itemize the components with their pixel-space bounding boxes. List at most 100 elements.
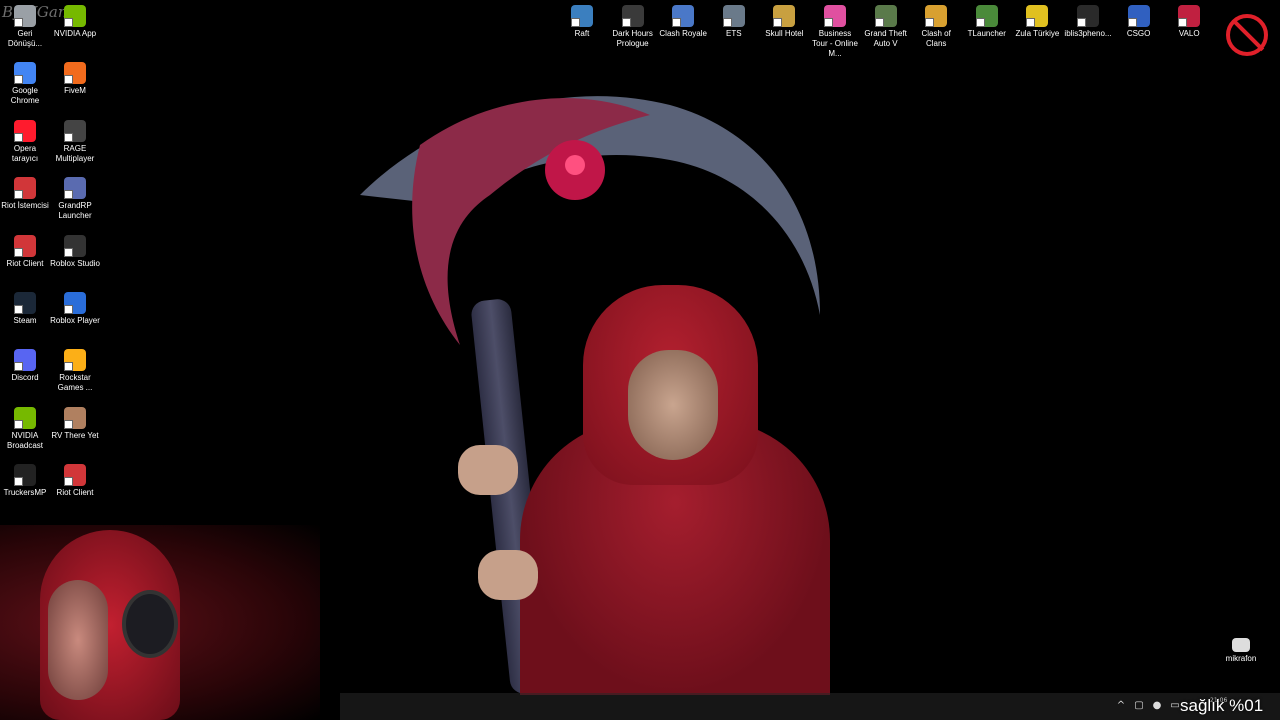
discord-icon bbox=[14, 349, 36, 372]
shortcut-arrow-icon bbox=[64, 477, 73, 487]
riot-client-2-label: Riot Client bbox=[6, 258, 44, 268]
grandrp-launcher-shortcut[interactable]: GrandRP Launcher bbox=[50, 177, 100, 221]
skull-hotel-icon bbox=[773, 5, 796, 27]
shortcut-arrow-icon bbox=[14, 190, 23, 200]
riot-client-1-icon bbox=[14, 177, 36, 200]
ets-icon bbox=[722, 5, 745, 27]
fivem-label: FiveM bbox=[64, 86, 86, 96]
google-chrome-label: Google Chrome bbox=[10, 86, 40, 106]
tray-chevron-icon[interactable]: ^ bbox=[1116, 700, 1126, 711]
rv-there-yet-shortcut[interactable]: RV There Yet bbox=[50, 406, 100, 441]
riot-client-3-label: Riot Client bbox=[56, 488, 94, 498]
nvidia-broadcast-label: NVIDIA Broadcast bbox=[6, 430, 44, 450]
fivem-icon bbox=[64, 62, 86, 85]
valo-shortcut[interactable]: VALO bbox=[1164, 5, 1214, 39]
raft-label: Raft bbox=[574, 29, 590, 38]
rage-multiplayer-label: RAGE Multiplayer bbox=[55, 143, 95, 163]
opera-shortcut[interactable]: Opera tarayıcı bbox=[0, 119, 50, 164]
grandrp-launcher-label: GrandRP Launcher bbox=[58, 201, 92, 221]
webcam-face bbox=[48, 580, 108, 700]
shortcut-arrow-icon bbox=[64, 75, 73, 85]
ets-shortcut[interactable]: ETS bbox=[709, 5, 759, 39]
person-face bbox=[628, 350, 718, 460]
mikrafon-icon[interactable]: mikrafon bbox=[1216, 638, 1266, 664]
clash-of-clans-shortcut[interactable]: Clash of Clans bbox=[911, 5, 961, 49]
tlauncher-shortcut[interactable]: TLauncher bbox=[962, 5, 1012, 39]
rage-multiplayer-icon bbox=[64, 119, 86, 142]
shortcut-arrow-icon bbox=[64, 18, 73, 27]
nvidia-broadcast-icon bbox=[14, 406, 36, 429]
nvidia-app-icon bbox=[64, 5, 86, 27]
discord-label: Discord bbox=[11, 373, 39, 383]
shortcut-arrow-icon bbox=[64, 305, 73, 314]
skull-hotel-shortcut[interactable]: Skull Hotel bbox=[759, 5, 809, 39]
network-icon[interactable]: ▭ bbox=[1170, 700, 1180, 711]
dark-hours-prologue-shortcut[interactable]: Dark Hours Prologue bbox=[608, 5, 658, 49]
recycle-bin-shortcut[interactable]: Geri Dönüşü... bbox=[0, 5, 50, 49]
iblis3pheno-shortcut[interactable]: iblis3pheno... bbox=[1063, 5, 1113, 39]
roblox-studio-shortcut[interactable]: Roblox Studio bbox=[50, 234, 100, 269]
rage-multiplayer-shortcut[interactable]: RAGE Multiplayer bbox=[50, 119, 100, 164]
shortcut-arrow-icon bbox=[571, 18, 580, 27]
discord-shortcut[interactable]: Discord bbox=[0, 349, 50, 383]
nvidia-app-label: NVIDIA App bbox=[53, 29, 97, 38]
raft-icon bbox=[571, 5, 593, 27]
google-chrome-shortcut[interactable]: Google Chrome bbox=[0, 62, 50, 106]
business-tour-shortcut[interactable]: Business Tour - Online M... bbox=[810, 5, 860, 59]
dark-hours-prologue-icon bbox=[621, 5, 644, 27]
nvidia-broadcast-shortcut[interactable]: NVIDIA Broadcast bbox=[0, 406, 50, 451]
shortcut-arrow-icon bbox=[925, 18, 935, 27]
tray-app-icon[interactable]: ▢ bbox=[1134, 700, 1144, 711]
zula-turkiye-shortcut[interactable]: Zula Türkiye bbox=[1012, 5, 1062, 39]
shortcut-arrow-icon bbox=[14, 18, 23, 27]
csgo-icon bbox=[1127, 5, 1150, 27]
valo-label: VALO bbox=[1178, 29, 1200, 38]
shortcut-arrow-icon bbox=[64, 132, 73, 142]
roblox-player-label: Roblox Player bbox=[50, 316, 100, 325]
hand-lower bbox=[478, 550, 538, 600]
health-overlay-text: sağlık %01 bbox=[1180, 696, 1264, 715]
zula-turkiye-label: Zula Türkiye bbox=[1015, 29, 1060, 38]
shortcut-arrow-icon bbox=[64, 247, 73, 257]
gta-v-icon bbox=[874, 5, 897, 27]
steam-label: Steam bbox=[13, 316, 37, 325]
rockstar-games-label: Rockstar Games ... bbox=[57, 373, 93, 393]
csgo-shortcut[interactable]: CSGO bbox=[1114, 5, 1164, 39]
nvidia-app-shortcut[interactable]: NVIDIA App bbox=[50, 5, 100, 39]
tlauncher-icon bbox=[975, 5, 998, 27]
steam-shortcut[interactable]: Steam bbox=[0, 292, 50, 326]
riot-client-1-shortcut[interactable]: Riot İstemcisi bbox=[0, 177, 50, 211]
shortcut-arrow-icon bbox=[975, 18, 985, 27]
clash-of-clans-icon bbox=[925, 5, 948, 27]
truckersmp-shortcut[interactable]: TruckersMP bbox=[0, 464, 50, 498]
mikrafon-image bbox=[1232, 638, 1250, 652]
clash-royale-icon bbox=[672, 5, 695, 27]
raft-shortcut[interactable]: Raft bbox=[557, 5, 607, 39]
shortcut-arrow-icon bbox=[64, 419, 73, 429]
iblis3pheno-label: iblis3pheno... bbox=[1064, 29, 1112, 38]
business-tour-icon bbox=[824, 5, 846, 27]
gta-v-shortcut[interactable]: Grand Theft Auto V bbox=[861, 5, 911, 49]
rockstar-games-shortcut[interactable]: Rockstar Games ... bbox=[50, 349, 100, 393]
recycle-bin-label: Geri Dönüşü... bbox=[7, 29, 43, 48]
business-tour-label: Business Tour - Online M... bbox=[812, 29, 858, 58]
shortcut-arrow-icon bbox=[1077, 18, 1086, 27]
shortcut-arrow-icon bbox=[1026, 18, 1036, 27]
riot-client-2-shortcut[interactable]: Riot Client bbox=[0, 234, 50, 269]
shortcut-arrow-icon bbox=[722, 18, 732, 27]
fivem-shortcut[interactable]: FiveM bbox=[50, 62, 100, 96]
clash-royale-label: Clash Royale bbox=[659, 29, 707, 38]
riot-client-3-shortcut[interactable]: Riot Client bbox=[50, 464, 100, 498]
rv-there-yet-label: RV There Yet bbox=[51, 430, 99, 440]
taskbar[interactable]: ^ ▢ ● ▭ bbox=[340, 693, 1280, 720]
rockstar-games-icon bbox=[64, 349, 86, 372]
no-smoking-icon bbox=[1226, 14, 1268, 56]
clash-of-clans-label: Clash of Clans bbox=[921, 29, 951, 48]
clash-royale-shortcut[interactable]: Clash Royale bbox=[658, 5, 708, 39]
roblox-player-shortcut[interactable]: Roblox Player bbox=[50, 292, 100, 326]
shortcut-arrow-icon bbox=[14, 247, 23, 257]
roblox-studio-label: Roblox Studio bbox=[50, 258, 100, 268]
microphone-icon[interactable]: ● bbox=[1152, 700, 1162, 711]
google-chrome-icon bbox=[14, 62, 36, 85]
shortcut-arrow-icon bbox=[621, 18, 631, 27]
